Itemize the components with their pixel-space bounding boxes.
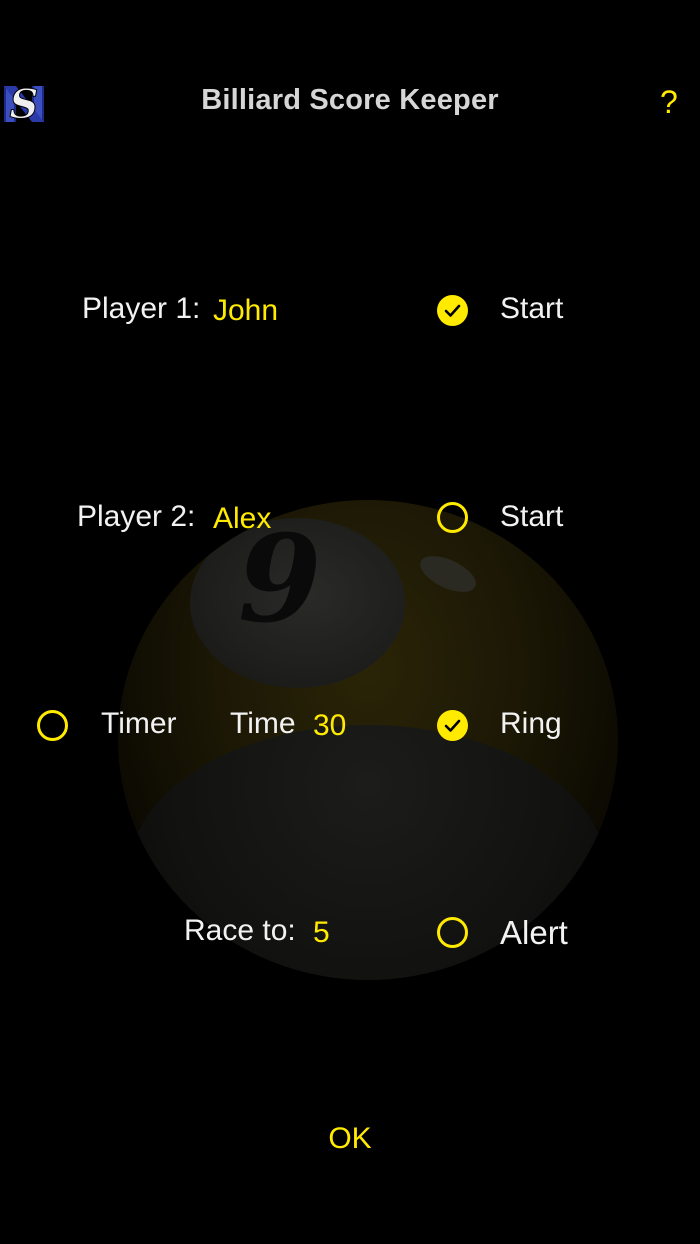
ball-number: 9 [238, 509, 322, 650]
player1-label: Player 1: [82, 292, 201, 325]
checkmark-icon [444, 304, 461, 317]
ring-label: Ring [500, 707, 562, 740]
timer-checkbox[interactable] [37, 710, 68, 741]
help-button[interactable]: ? [660, 84, 678, 121]
player1-start-label: Start [500, 292, 564, 325]
race-to-value-field[interactable]: 5 [313, 916, 330, 950]
app-title: Billiard Score Keeper [201, 84, 499, 116]
player2-name-field[interactable]: Alex [213, 502, 271, 536]
player1-name-field[interactable]: John [213, 294, 278, 328]
time-value-field[interactable]: 30 [313, 709, 346, 743]
ok-button[interactable]: OK [0, 1122, 700, 1156]
alert-label: Alert [500, 914, 568, 951]
player2-start-checkbox[interactable] [437, 502, 468, 533]
checkmark-icon [444, 719, 461, 732]
ring-checkbox[interactable] [437, 710, 468, 741]
player2-start-label: Start [500, 500, 564, 533]
time-label: Time [230, 707, 296, 740]
alert-checkbox[interactable] [437, 917, 468, 948]
player1-start-checkbox[interactable] [437, 295, 468, 326]
ball-shine [414, 548, 482, 600]
race-to-label: Race to: [184, 914, 296, 947]
player2-label: Player 2: [77, 500, 196, 533]
header: S Billiard Score Keeper ? [0, 0, 700, 160]
settings-screen: 9 S Billiard Score Keeper ? Player 1: Jo… [0, 0, 700, 1244]
timer-label: Timer [101, 707, 177, 740]
